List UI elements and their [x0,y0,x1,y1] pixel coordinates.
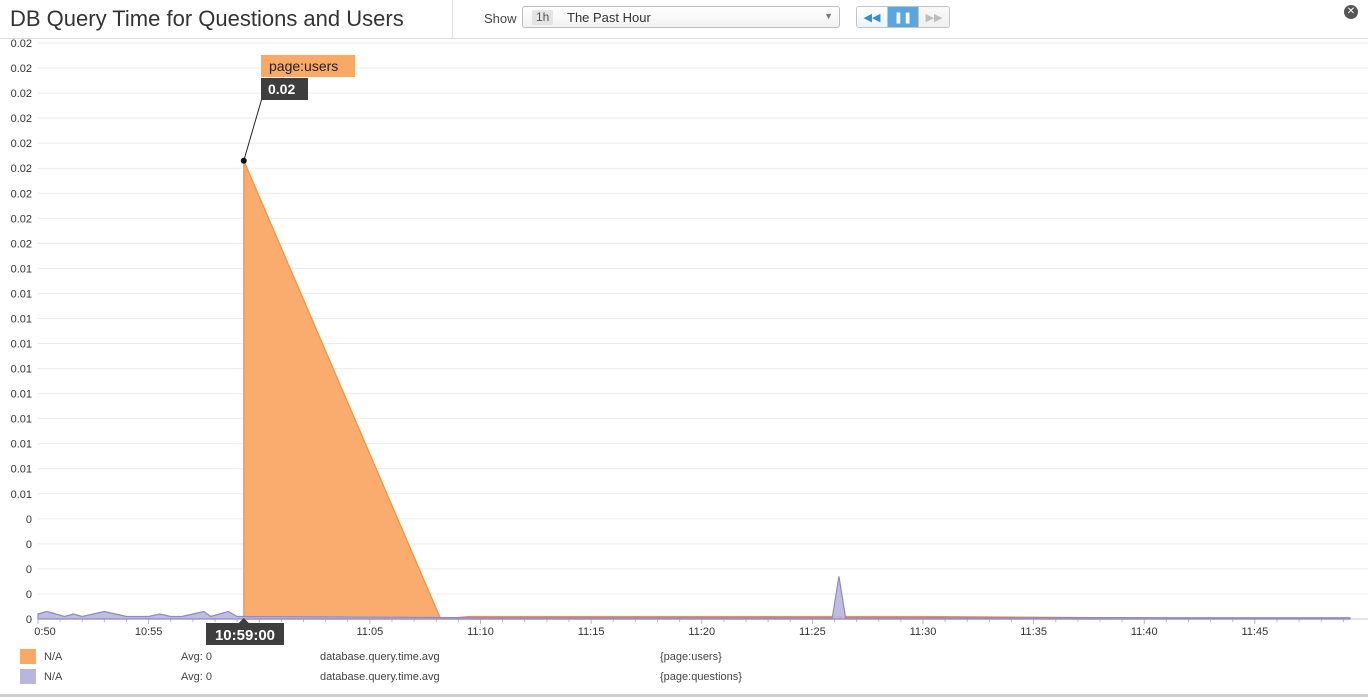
series-area [243,160,1351,620]
x-tick-label: 11:20 [688,626,715,638]
tooltip-tag: page:users [269,58,338,74]
tooltip-leader [243,97,263,161]
widget-header: DB Query Time for Questions and Users Sh… [0,0,1368,39]
legend-metric: database.query.time.avg [320,651,440,663]
x-tick-label: 11:45 [1242,626,1269,638]
y-tick-label: 0 [26,564,32,576]
series-area [37,576,1351,620]
y-tick-label: 0.01 [11,389,32,401]
header-divider [452,0,453,38]
y-tick-label: 0.01 [11,439,32,451]
y-tick-label: 0 [26,514,32,526]
legend-name: N/A [44,651,63,663]
time-marker-label: 10:59:00 [215,627,275,644]
y-tick-label: 0.01 [11,288,32,300]
y-tick-label: 0 [26,539,32,551]
timeseries-chart: 0.02 0.02 0.02 0.02 0.02 0.02 0.02 0.02 0.02 0.01… [11,38,1368,645]
legend-avg: Avg: 0 [181,651,212,663]
x-tick-label: 10:55 [135,626,163,638]
y-tick-label: 0 [26,589,32,601]
legend-row-questions: N/A Avg: 0 database.query.time.avg {page… [0,666,1368,686]
rewind-icon: ◀◀ [863,11,881,24]
y-tick-label: 0 [26,614,32,626]
timeframe-badge: 1h [532,10,554,25]
legend-swatch-questions [20,669,36,684]
x-tick-label: 11:40 [1131,626,1158,638]
y-tick-label: 0.01 [11,489,32,501]
x-tick-label: 11:35 [1020,626,1047,638]
x-tick-label: 0:50 [34,626,55,638]
y-tick-label: 0.02 [11,238,32,250]
y-tick-label: 0.02 [11,88,32,100]
fast-forward-icon: ▶▶ [925,11,943,24]
rewind-button[interactable]: ◀◀ [857,7,888,27]
x-tick-label: 11:10 [467,626,494,638]
widget-title: DB Query Time for Questions and Users [10,6,404,31]
y-tick-label: 0.02 [11,38,32,50]
close-icon[interactable]: ✕ [1344,5,1358,19]
y-tick-label: 0.01 [11,339,32,351]
y-tick-label: 0.01 [11,364,32,376]
pause-icon: ❚❚ [893,11,913,24]
x-tick-label: 11:15 [578,626,605,638]
y-tick-label: 0.02 [11,213,32,225]
fast-forward-button[interactable]: ▶▶ [919,7,949,27]
x-tick-label: 11:25 [799,626,826,638]
tooltip-point [240,157,247,164]
y-tick-label: 0.02 [11,163,32,175]
legend-swatch-users [20,649,36,664]
x-tick-label: 11:30 [910,626,937,638]
y-tick-label: 0.01 [11,263,32,275]
playback-controls: ◀◀ ❚❚ ▶▶ [856,6,950,28]
x-tick-label: 11:05 [357,626,384,638]
y-tick-label: 0.01 [11,414,32,426]
tooltip-value: 0.02 [268,81,295,97]
chevron-down-icon: ▼ [824,11,833,21]
y-tick-label: 0.01 [11,464,32,476]
show-label: Show [484,11,517,26]
timeframe-select[interactable]: 1h The Past Hour ▼ [522,6,840,28]
legend-metric: database.query.time.avg [320,671,440,683]
legend-name: N/A [44,671,63,683]
legend-row-users: N/A Avg: 0 database.query.time.avg {page… [0,646,1368,666]
y-tick-label: 0.02 [11,63,32,75]
legend-tag: {page:questions} [660,671,742,683]
y-tick-label: 0.02 [11,113,32,125]
y-tick-label: 0.01 [11,313,32,325]
legend-tag: {page:users} [660,651,722,663]
y-tick-label: 0.02 [11,188,32,200]
timeframe-label: The Past Hour [567,10,651,25]
y-tick-label: 0.02 [11,138,32,150]
legend-avg: Avg: 0 [181,671,212,683]
pause-button[interactable]: ❚❚ [888,7,919,27]
